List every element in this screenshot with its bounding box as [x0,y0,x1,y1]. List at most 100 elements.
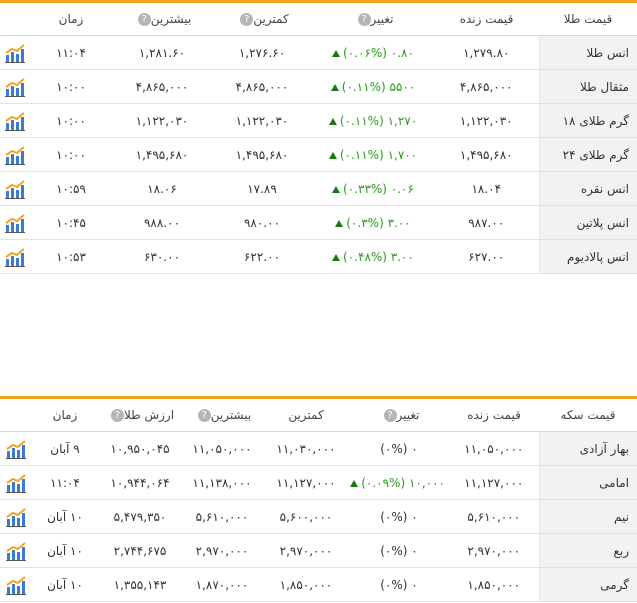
table-row[interactable]: انس نقره ۱۸.۰۴ ۰.۰۶ (۰.۳۳%) ۱۷.۸۹ ۱۸.۰۶ ۱۰:۵۹ [0,171,637,206]
change-cell: ۰ (۰%) [349,533,449,568]
coin-price-table: قیمت سکه قیمت زنده تغییر? کمترین بیشترین… [0,399,637,602]
chart-cell [0,69,30,104]
low-cell: ۱۱,۱۲۷,۰۰۰ [263,465,349,500]
change-value: ۰ (۰%) [380,577,418,592]
high-cell: ۱,۱۲۲,۰۳۰ [112,103,212,138]
live-cell: ۱,۱۲۲,۰۳۰ [434,103,539,138]
chart-icon[interactable] [4,179,26,199]
change-cell: ۱۰,۰۰۰ (۰.۰۹%) [349,465,449,500]
table-row[interactable]: ربع ۲,۹۷۰,۰۰۰ ۰ (۰%) ۲,۹۷۰,۰۰۰ ۲,۹۷۰,۰۰۰ ۲,۷۴… [0,533,637,568]
high-cell: ۱,۲۸۱.۶۰ [112,35,212,70]
high-cell: ۹۸۸.۰۰ [112,205,212,240]
chart-icon[interactable] [5,439,27,459]
time-cell: ۱۰:۴۵ [30,205,112,240]
header-coin-name: قیمت سکه [539,399,637,432]
change-value: ۱,۲۷۰ (۰.۱۱%) [339,113,418,128]
chart-icon[interactable] [4,77,26,97]
up-triangle-icon [330,83,339,91]
change-value: ۱,۷۰۰ (۰.۱۱%) [339,147,418,162]
chart-icon[interactable] [4,213,26,233]
table-row[interactable]: بهار آزادی ۱۱,۰۵۰,۰۰۰ ۰ (۰%) ۱۱,۰۳۰,۰۰۰ ۱۱,۰… [0,431,637,466]
table-row[interactable]: گرمی ۱,۸۵۰,۰۰۰ ۰ (۰%) ۱,۸۵۰,۰۰۰ ۱,۸۷۰,۰۰۰ ۱,۳… [0,567,637,602]
chart-cell [0,533,31,568]
time-cell: ۱۰:۰۰ [30,137,112,172]
chart-icon[interactable] [4,43,26,63]
chart-icon[interactable] [4,111,26,131]
live-cell: ۱۸.۰۴ [434,171,539,206]
help-icon[interactable]: ? [357,13,371,26]
gold-table-header: قیمت طلا قیمت زنده تغییر? کمترین? بیشتری… [0,3,637,36]
row-name: گرم طلای ۱۸ [538,103,637,138]
row-name: گرمی [538,567,637,602]
table-row[interactable]: انس پالادیوم ۶۲۷.۰۰ ۳.۰۰ (۰.۴۸%) ۶۲۲.۰۰ ۶۳۰.… [0,239,637,274]
row-name: بهار آزادی [538,431,637,466]
time-cell: ۱۰:۰۰ [30,69,112,104]
header-low: کمترین [263,399,349,432]
chart-cell [0,499,31,534]
header-low: کمترین? [212,3,312,36]
chart-icon[interactable] [5,575,27,595]
change-cell: ۳.۰۰ (۰.۳%) [312,205,434,240]
header-high: بیشترین? [112,3,212,36]
chart-cell [0,567,31,602]
live-cell: ۱۱,۰۵۰,۰۰۰ [449,431,539,466]
high-cell: ۱,۴۹۵,۶۸۰ [112,137,212,172]
low-cell: ۱,۸۵۰,۰۰۰ [263,567,349,602]
table-row[interactable]: نیم ۵,۶۱۰,۰۰۰ ۰ (۰%) ۵,۶۰۰,۰۰۰ ۵,۶۱۰,۰۰۰ ۵,۴۷… [0,499,637,534]
table-row[interactable]: مثقال طلا ۴,۸۶۵,۰۰۰ ۵۵۰۰ (۰.۱۱%) ۴,۸۶۵,۰۰۰ ۴… [0,69,637,104]
live-cell: ۱,۲۷۹.۸۰ [434,35,539,70]
change-cell: ۰.۰۶ (۰.۳۳%) [312,171,434,206]
chart-icon[interactable] [5,473,27,493]
row-name: مثقال طلا [538,69,637,104]
time-cell: ۱۰:۵۳ [30,239,112,274]
low-cell: ۵,۶۰۰,۰۰۰ [263,499,349,534]
high-cell: ۶۳۰.۰۰ [112,239,212,274]
change-value: ۱۰,۰۰۰ (۰.۰۹%) [361,475,445,490]
chart-cell [0,137,30,172]
table-row[interactable]: انس طلا ۱,۲۷۹.۸۰ ۰.۸۰ (۰.۰۶%) ۱,۲۷۶.۶۰ ۱,۲۸۱… [0,35,637,70]
help-icon[interactable]: ? [240,13,254,26]
change-value: ۵۵۰۰ (۰.۱۱%) [341,79,416,94]
high-cell: ۱۱,۱۳۸,۰۰۰ [181,465,263,500]
row-name: انس نقره [538,171,637,206]
table-row[interactable]: انس پلاتین ۹۸۷.۰۰ ۳.۰۰ (۰.۳%) ۹۸۰.۰۰ ۹۸۸.۰۰ ۱… [0,205,637,240]
low-cell: ۴,۸۶۵,۰۰۰ [212,69,312,104]
chart-cell [0,239,30,274]
help-icon[interactable]: ? [137,13,151,26]
gold-value-cell: ۱,۳۵۵,۱۴۳ [99,567,181,602]
help-icon[interactable]: ? [110,409,124,422]
header-gold-name: قیمت طلا [539,3,637,36]
row-name: گرم طلای ۲۴ [538,137,637,172]
high-cell: ۴,۸۶۵,۰۰۰ [112,69,212,104]
change-value: ۰ (۰%) [380,543,418,558]
table-row[interactable]: گرم طلای ۱۸ ۱,۱۲۲,۰۳۰ ۱,۲۷۰ (۰.۱۱%) ۱,۱۲۲,۰… [0,103,637,138]
help-icon[interactable]: ? [383,409,397,422]
chart-icon[interactable] [5,541,27,561]
high-cell: ۲,۹۷۰,۰۰۰ [181,533,263,568]
high-cell: ۱۸.۰۶ [112,171,212,206]
header-chart [0,399,31,432]
time-cell: ۱۰ آبان [31,567,99,602]
chart-icon[interactable] [4,247,26,267]
header-change: تغییر? [349,399,449,432]
change-cell: ۵۵۰۰ (۰.۱۱%) [312,69,434,104]
gold-price-panel: قیمت طلا قیمت زنده تغییر? کمترین? بیشتری… [0,0,637,274]
chart-cell [0,205,30,240]
gold-value-cell: ۲,۷۴۴,۶۷۵ [99,533,181,568]
change-cell: ۰.۸۰ (۰.۰۶%) [312,35,434,70]
table-row[interactable]: امامی ۱۱,۱۲۷,۰۰۰ ۱۰,۰۰۰ (۰.۰۹%) ۱۱,۱۲۷,۰۰۰ ۱… [0,465,637,500]
header-change: تغییر? [312,3,434,36]
low-cell: ۱,۴۹۵,۶۸۰ [212,137,312,172]
header-chart [0,3,30,36]
table-row[interactable]: گرم طلای ۲۴ ۱,۴۹۵,۶۸۰ ۱,۷۰۰ (۰.۱۱%) ۱,۴۹۵,۶… [0,137,637,172]
gold-price-table: قیمت طلا قیمت زنده تغییر? کمترین? بیشتری… [0,3,637,274]
low-cell: ۲,۹۷۰,۰۰۰ [263,533,349,568]
help-icon[interactable]: ? [197,409,211,422]
high-cell: ۵,۶۱۰,۰۰۰ [181,499,263,534]
low-cell: ۶۲۲.۰۰ [212,239,312,274]
chart-icon[interactable] [4,145,26,165]
time-cell: ۱۰ آبان [31,533,99,568]
change-cell: ۰ (۰%) [349,431,449,466]
chart-icon[interactable] [5,507,27,527]
up-triangle-icon [332,253,341,261]
